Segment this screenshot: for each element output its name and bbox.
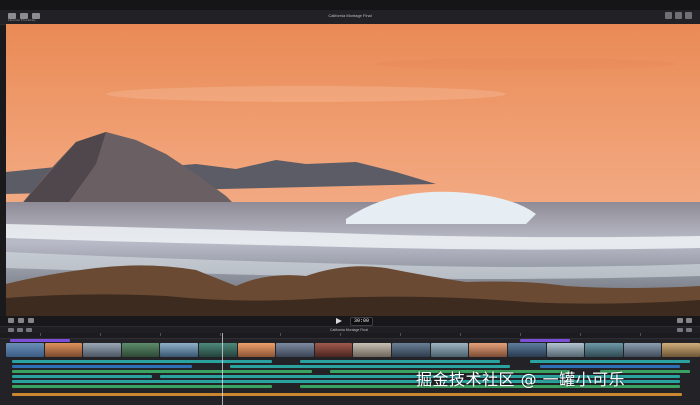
- ruler-tick: [400, 333, 401, 336]
- audio-clip[interactable]: [160, 375, 460, 378]
- video-clip[interactable]: [160, 343, 199, 357]
- play-icon[interactable]: [336, 318, 342, 324]
- video-clip[interactable]: [507, 343, 546, 357]
- connected-clip[interactable]: [530, 360, 690, 363]
- layout-icon[interactable]: [665, 12, 672, 19]
- viewer-controls: 30:00: [0, 316, 700, 326]
- edit-icon[interactable]: [8, 328, 14, 332]
- timeline-project-title: California Montage Final: [330, 328, 368, 332]
- video-clip[interactable]: [469, 343, 507, 357]
- video-clip[interactable]: [237, 343, 276, 357]
- viewer-right-tools: [677, 318, 692, 323]
- title-lane-clip[interactable]: [10, 339, 70, 342]
- playhead[interactable]: [222, 333, 223, 405]
- timeline-ruler[interactable]: [0, 333, 700, 339]
- timeline-left-tools: [8, 328, 32, 332]
- audio-clip[interactable]: [12, 370, 312, 373]
- timeline-right-tools: [677, 328, 692, 332]
- video-clip[interactable]: [44, 343, 83, 357]
- music-bed-clip[interactable]: [12, 393, 682, 396]
- video-clip[interactable]: [83, 343, 121, 357]
- watermark-text: 掘金技术社区 @ 一罐小可乐: [416, 370, 626, 389]
- video-clip[interactable]: [6, 343, 44, 357]
- ruler-tick: [100, 333, 101, 336]
- blade-icon[interactable]: [26, 328, 32, 332]
- video-clip[interactable]: [199, 343, 237, 357]
- snap-icon[interactable]: [28, 318, 34, 323]
- library-label: Final Cut Pro Library: [8, 18, 36, 22]
- title-lane-clip[interactable]: [520, 339, 570, 342]
- video-clip[interactable]: [121, 343, 160, 357]
- trim-icon[interactable]: [17, 328, 23, 332]
- window-titlebar: [0, 0, 700, 10]
- audio-meter-icon[interactable]: [677, 328, 683, 332]
- timecode-display: 30:00: [350, 317, 374, 326]
- video-clip[interactable]: [392, 343, 430, 357]
- connected-clip[interactable]: [12, 360, 272, 363]
- ruler-tick: [220, 333, 221, 336]
- video-clip[interactable]: [546, 343, 585, 357]
- fullscreen-icon[interactable]: [686, 318, 692, 323]
- viewer-frame-image: [6, 24, 700, 316]
- audio-clip[interactable]: [12, 375, 152, 378]
- video-clip[interactable]: [662, 343, 700, 357]
- connected-clip[interactable]: [300, 360, 500, 363]
- ruler-tick: [640, 333, 641, 336]
- tools-icon[interactable]: [18, 318, 24, 323]
- share-icon[interactable]: [685, 12, 692, 19]
- video-clip[interactable]: [623, 343, 662, 357]
- video-clip[interactable]: [353, 343, 392, 357]
- index-icon[interactable]: [8, 318, 14, 323]
- video-viewer[interactable]: [6, 24, 700, 316]
- ruler-tick: [160, 333, 161, 336]
- ruler-tick: [340, 333, 341, 336]
- inspector-icon[interactable]: [675, 12, 682, 19]
- cloud-streak: [376, 58, 676, 70]
- primary-storyline[interactable]: [6, 343, 700, 357]
- cloud-streak: [106, 86, 506, 102]
- ruler-tick: [460, 333, 461, 336]
- b-roll-clip[interactable]: [12, 365, 192, 368]
- zoom-icon[interactable]: [677, 318, 683, 323]
- ruler-tick: [520, 333, 521, 336]
- video-clip[interactable]: [585, 343, 623, 357]
- video-clip[interactable]: [430, 343, 469, 357]
- toolbar: California Montage Final: [0, 10, 700, 25]
- toolbar-right-controls: [665, 12, 692, 19]
- ruler-tick: [580, 333, 581, 336]
- video-clip[interactable]: [276, 343, 314, 357]
- window-title: California Montage Final: [328, 13, 372, 18]
- video-clip[interactable]: [314, 343, 353, 357]
- sound-effect-clip[interactable]: [12, 385, 272, 388]
- ruler-tick: [40, 333, 41, 336]
- viewer-left-tools: [8, 318, 34, 323]
- ruler-tick: [280, 333, 281, 336]
- clip-appearance-icon[interactable]: [686, 328, 692, 332]
